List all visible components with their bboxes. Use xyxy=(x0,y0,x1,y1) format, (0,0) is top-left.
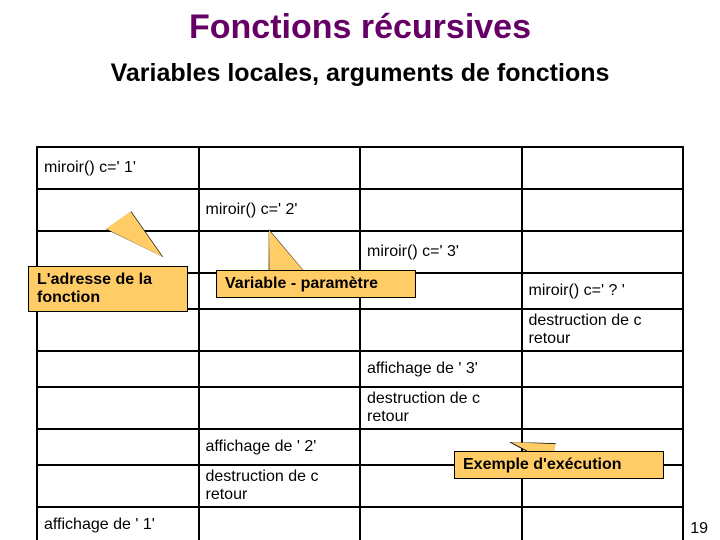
table-row: affichage de ' 1' xyxy=(37,507,683,540)
cell: miroir() c=' 3' xyxy=(360,231,522,273)
cell: affichage de ' 1' xyxy=(37,507,199,540)
cell xyxy=(360,309,522,351)
cell xyxy=(522,507,684,540)
cell xyxy=(37,309,199,351)
cell xyxy=(522,351,684,387)
callout-example: Exemple d'exécution xyxy=(454,451,664,479)
cell xyxy=(360,147,522,189)
cell: affichage de ' 2' xyxy=(199,429,361,465)
cell: miroir() c=' 2' xyxy=(199,189,361,231)
cell: affichage de ' 3' xyxy=(360,351,522,387)
table-row: destruction de c retour xyxy=(37,309,683,351)
table-row: destruction de c retour xyxy=(37,387,683,429)
cell xyxy=(522,387,684,429)
cell xyxy=(522,189,684,231)
cell xyxy=(522,147,684,189)
cell xyxy=(37,351,199,387)
cell xyxy=(360,507,522,540)
cell xyxy=(360,189,522,231)
cell xyxy=(199,147,361,189)
callout-address: L'adresse de la fonction xyxy=(28,266,188,312)
cell xyxy=(199,309,361,351)
slide-title: Fonctions récursives xyxy=(0,8,720,47)
cell xyxy=(522,231,684,273)
slide-subtitle: Variables locales, arguments de fonction… xyxy=(0,59,720,88)
cell: destruction de c retour xyxy=(199,465,361,507)
cell xyxy=(37,429,199,465)
slide: Fonctions récursives Variables locales, … xyxy=(0,8,720,540)
cell: destruction de c retour xyxy=(360,387,522,429)
page-number: 19 xyxy=(690,520,708,538)
cell xyxy=(37,387,199,429)
cell xyxy=(37,465,199,507)
execution-table: miroir() c=' 1' miroir() c=' 2' miroir()… xyxy=(36,146,684,540)
table-row: miroir() c=' 1' xyxy=(37,147,683,189)
cell xyxy=(199,507,361,540)
cell: miroir() c=' ? ' xyxy=(522,273,684,309)
cell xyxy=(199,351,361,387)
table-row: affichage de ' 3' xyxy=(37,351,683,387)
callout-variable: Variable - paramètre xyxy=(216,270,416,298)
cell: miroir() c=' 1' xyxy=(37,147,199,189)
cell: destruction de c retour xyxy=(522,309,684,351)
cell xyxy=(199,387,361,429)
